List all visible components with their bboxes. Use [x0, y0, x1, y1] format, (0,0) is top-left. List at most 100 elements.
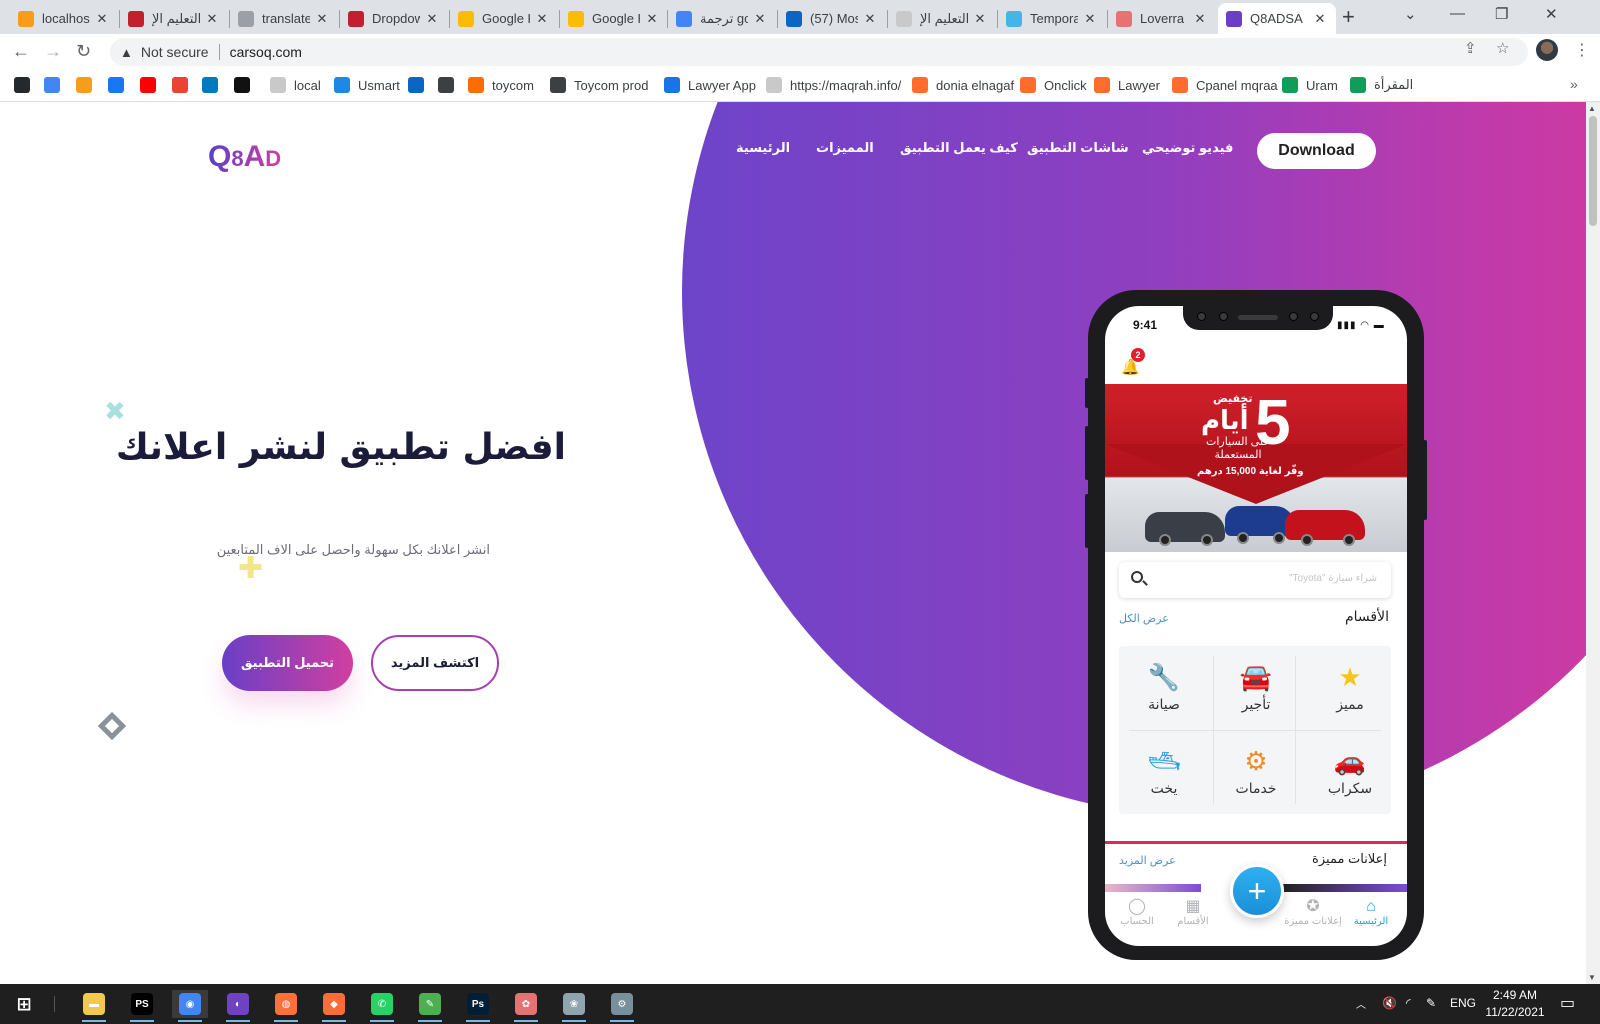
bookmark-item[interactable]: [438, 77, 454, 93]
taskbar-app[interactable]: ▬: [76, 990, 112, 1022]
taskbar-app[interactable]: ⚙: [604, 990, 640, 1022]
view-more-link[interactable]: عرض المزيد: [1119, 854, 1176, 867]
nav-features[interactable]: المميزات: [816, 140, 874, 156]
nav-home[interactable]: الرئيسية: [736, 140, 790, 156]
close-tab-icon[interactable]: ✕: [752, 11, 768, 27]
address-bar[interactable]: ▲ Not secure carsoq.com: [110, 38, 1528, 66]
page-scrollbar[interactable]: ▲ ▼: [1586, 102, 1600, 984]
nav-how-it-works[interactable]: كيف يعمل التطبيق: [900, 140, 1018, 156]
taskbar-app[interactable]: Ps: [460, 990, 496, 1022]
bottom-nav-item[interactable]: ⌂ الرئيسية: [1341, 898, 1401, 927]
bookmark-item[interactable]: [408, 77, 424, 93]
system-clock[interactable]: 2:49 AM 11/22/2021: [1480, 987, 1550, 1021]
browser-tab[interactable]: Tempora ✕: [998, 3, 1106, 34]
tray-chevron-icon[interactable]: ︿: [1356, 996, 1366, 1011]
browser-tab[interactable]: Q8ADSA ✕: [1218, 3, 1336, 34]
wifi-icon[interactable]: ◜: [1406, 996, 1411, 1010]
bookmark-item[interactable]: [108, 77, 124, 93]
close-tab-icon[interactable]: ✕: [314, 11, 330, 27]
scroll-up-icon[interactable]: ▲: [1588, 104, 1596, 113]
category-item[interactable]: ★ مميز: [1309, 662, 1391, 713]
category-item[interactable]: ⚙ خدمات: [1215, 746, 1297, 797]
new-tab-button[interactable]: +: [1342, 6, 1355, 28]
close-tab-icon[interactable]: ✕: [534, 11, 550, 27]
close-tab-icon[interactable]: ✕: [94, 11, 110, 27]
download-button[interactable]: Download: [1257, 133, 1376, 169]
browser-tab[interactable]: translate ✕: [230, 3, 338, 34]
browser-tab[interactable]: Google K ✕: [560, 3, 668, 34]
featured-ad-thumb[interactable]: [1105, 884, 1201, 892]
download-app-button[interactable]: تحميل التطبيق: [222, 635, 353, 691]
bookmark-item[interactable]: local: [270, 77, 321, 93]
featured-ad-thumb[interactable]: [1283, 884, 1407, 892]
close-window-icon[interactable]: ✕: [1545, 5, 1558, 23]
discover-more-button[interactable]: اكتشف المزيد: [371, 635, 499, 691]
browser-tab[interactable]: التعليم الإ ✕: [888, 3, 996, 34]
bookmark-item[interactable]: Cpanel mqraa: [1172, 77, 1278, 93]
category-item[interactable]: 🔧 صيانة: [1123, 662, 1205, 713]
bookmark-item[interactable]: Usmart: [334, 77, 400, 93]
forward-icon[interactable]: →: [44, 41, 62, 61]
category-item[interactable]: 🛥 يخت: [1123, 746, 1205, 797]
restore-icon[interactable]: ❐: [1495, 5, 1508, 23]
close-tab-icon[interactable]: ✕: [204, 11, 220, 27]
bookmark-item[interactable]: Onclick: [1020, 77, 1087, 93]
nav-demo-video[interactable]: فيديو توضيحي: [1142, 140, 1233, 156]
taskbar-app[interactable]: ✿: [508, 990, 544, 1022]
bookmark-item[interactable]: [234, 77, 250, 93]
taskbar-app[interactable]: ◍: [268, 990, 304, 1022]
bookmark-item[interactable]: Lawyer: [1094, 77, 1160, 93]
taskbar-app[interactable]: ✆: [364, 990, 400, 1022]
bookmark-item[interactable]: [202, 77, 218, 93]
browser-tab[interactable]: (57) Mos ✕: [778, 3, 886, 34]
bookmark-item[interactable]: Uram: [1282, 77, 1338, 93]
close-tab-icon[interactable]: ✕: [972, 11, 988, 27]
add-ad-button[interactable]: +: [1230, 864, 1284, 918]
share-icon[interactable]: ⇪: [1464, 39, 1477, 57]
taskbar-app[interactable]: ◉: [172, 990, 208, 1022]
browser-tab[interactable]: Dropdown ✕: [340, 3, 448, 34]
browser-tab[interactable]: Loverra ✕: [1108, 3, 1216, 34]
search-input[interactable]: شراء سيارة "Toyota": [1119, 562, 1391, 598]
notification-center-icon[interactable]: ▭: [1560, 993, 1575, 1013]
taskbar-app[interactable]: PS: [124, 990, 160, 1022]
close-tab-icon[interactable]: ✕: [1192, 11, 1208, 27]
url-text[interactable]: carsoq.com: [230, 44, 302, 60]
menu-icon[interactable]: ⋮: [1574, 40, 1590, 60]
taskbar-app[interactable]: ✎: [412, 990, 448, 1022]
bookmark-item[interactable]: toycom: [468, 77, 534, 93]
close-tab-icon[interactable]: ✕: [1312, 11, 1328, 27]
browser-tab[interactable]: localhost ✕: [10, 3, 118, 34]
pen-icon[interactable]: ✎: [1426, 996, 1436, 1010]
reload-icon[interactable]: ↻: [76, 41, 91, 61]
browser-tab[interactable]: ترجمة google✕: [668, 3, 776, 34]
bookmark-star-icon[interactable]: ☆: [1496, 39, 1509, 57]
close-tab-icon[interactable]: ✕: [644, 11, 660, 27]
back-icon[interactable]: ←: [12, 41, 30, 61]
close-tab-icon[interactable]: ✕: [1082, 11, 1098, 27]
language-indicator[interactable]: ENG: [1450, 996, 1476, 1010]
profile-avatar[interactable]: [1536, 39, 1558, 61]
browser-tab[interactable]: Google K ✕: [450, 3, 558, 34]
bookmark-item[interactable]: [44, 77, 60, 93]
category-item[interactable]: 🚗 سكراب: [1309, 746, 1391, 797]
bookmark-item[interactable]: المقرأة: [1350, 77, 1413, 93]
browser-tab[interactable]: التعليم الإ ✕: [120, 3, 228, 34]
scroll-down-icon[interactable]: ▼: [1588, 973, 1596, 982]
bookmark-item[interactable]: https://maqrah.info/: [766, 77, 901, 93]
taskbar-app[interactable]: ◐: [220, 990, 256, 1022]
bottom-nav-item[interactable]: ◯ الحساب: [1107, 898, 1167, 927]
bookmark-item[interactable]: Toycom prod: [550, 77, 648, 93]
taskbar-app[interactable]: ⊞: [6, 990, 42, 1018]
taskbar-app[interactable]: ◆: [316, 990, 352, 1022]
site-logo[interactable]: Q8AD: [208, 140, 281, 174]
bottom-nav-item[interactable]: ▦ الأقسام: [1163, 898, 1223, 927]
close-tab-icon[interactable]: ✕: [424, 11, 440, 27]
minimize-icon[interactable]: —: [1450, 5, 1465, 22]
category-item[interactable]: 🚘 تأجير: [1215, 662, 1297, 713]
bookmark-item[interactable]: donia elnagaf: [912, 77, 1014, 93]
promo-banner[interactable]: تخفيض 5 أيام على السيارات المستعملة وفّر…: [1105, 384, 1407, 552]
view-all-link[interactable]: عرض الكل: [1119, 612, 1169, 625]
bookmark-item[interactable]: [76, 77, 92, 93]
scroll-thumb[interactable]: [1589, 116, 1597, 226]
